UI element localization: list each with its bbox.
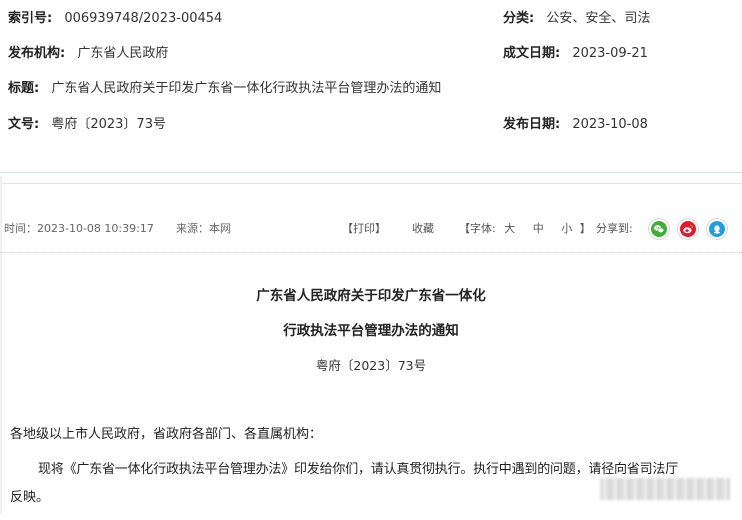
font-size-bracket: 】	[579, 222, 591, 235]
publisher-value: 广东省人民政府	[77, 46, 169, 61]
share-label: 分享到:	[596, 222, 633, 235]
font-medium-button[interactable]: 中	[533, 222, 544, 235]
body-paragraph-line-1: 现将《广东省一体化行政执法平台管理办法》印发给你们，请认真贯彻执行。执行中遇到的…	[38, 462, 679, 477]
content-left-border	[0, 176, 2, 520]
published-date-label: 发布日期:	[503, 117, 561, 132]
title-value: 广东省人民政府关于印发广东省一体化行政执法平台管理办法的通知	[51, 81, 442, 96]
content-top-border	[0, 183, 742, 184]
doc-number-value: 粤府〔2023〕73号	[51, 117, 166, 132]
publisher-row: 发布机构: 广东省人民政府	[8, 45, 168, 63]
weibo-icon	[680, 221, 696, 237]
category-row: 分类: 公安、安全、司法	[503, 10, 650, 28]
title-row: 标题: 广东省人民政府关于印发广东省一体化行政执法平台管理办法的通知	[8, 80, 441, 98]
doc-number-label: 文号:	[8, 117, 40, 132]
document-metadata-panel: 索引号: 006939748/2023-00454 分类: 公安、安全、司法 发…	[0, 0, 742, 170]
print-link[interactable]: 【打印】	[342, 222, 386, 236]
salutation-paragraph: 各地级以上市人民政府，省政府各部门、各直属机构：	[10, 427, 323, 442]
share-wechat-button[interactable]	[648, 218, 670, 240]
article-doc-number: 粤府〔2023〕73号	[315, 358, 427, 373]
publish-time: 时间：2023-10-08 10:39:17	[4, 222, 154, 235]
font-small-button[interactable]: 小	[561, 222, 572, 235]
index-number-value: 006939748/2023-00454	[64, 11, 223, 26]
blurred-watermark	[600, 478, 730, 500]
title-label: 标题:	[8, 81, 40, 96]
infobar-divider	[0, 252, 742, 253]
body-paragraph-line-2: 反映。	[10, 490, 50, 505]
article-title-line-2: 行政执法平台管理办法的通知	[283, 323, 459, 339]
article-title-line-1: 广东省人民政府关于印发广东省一体化	[256, 288, 486, 304]
doc-number-row: 文号: 粤府〔2023〕73号	[8, 116, 166, 134]
category-value: 公安、安全、司法	[546, 11, 651, 26]
wechat-icon	[651, 221, 667, 237]
share-qq-button[interactable]	[706, 218, 728, 240]
publisher-label: 发布机构:	[8, 46, 66, 61]
favorite-link[interactable]: 收藏	[412, 222, 434, 236]
font-size-label: 【字体:	[459, 222, 496, 235]
created-date-row: 成文日期: 2023-09-21	[503, 45, 648, 63]
qq-icon	[709, 221, 725, 237]
created-date-label: 成文日期:	[503, 46, 561, 61]
index-number-row: 索引号: 006939748/2023-00454	[8, 10, 222, 28]
category-label: 分类:	[503, 11, 535, 26]
created-date-value: 2023-09-21	[572, 46, 648, 61]
font-large-button[interactable]: 大	[504, 222, 515, 235]
content-bottom-edge	[0, 514, 742, 520]
font-size-control: 【字体: 大 中 小 】	[459, 222, 591, 236]
index-number-label: 索引号:	[8, 11, 53, 26]
published-date-value: 2023-10-08	[572, 117, 648, 132]
share-weibo-button[interactable]	[677, 218, 699, 240]
source-text: 来源：本网	[176, 222, 231, 235]
published-date-row: 发布日期: 2023-10-08	[503, 116, 648, 134]
metadata-divider	[0, 172, 742, 173]
